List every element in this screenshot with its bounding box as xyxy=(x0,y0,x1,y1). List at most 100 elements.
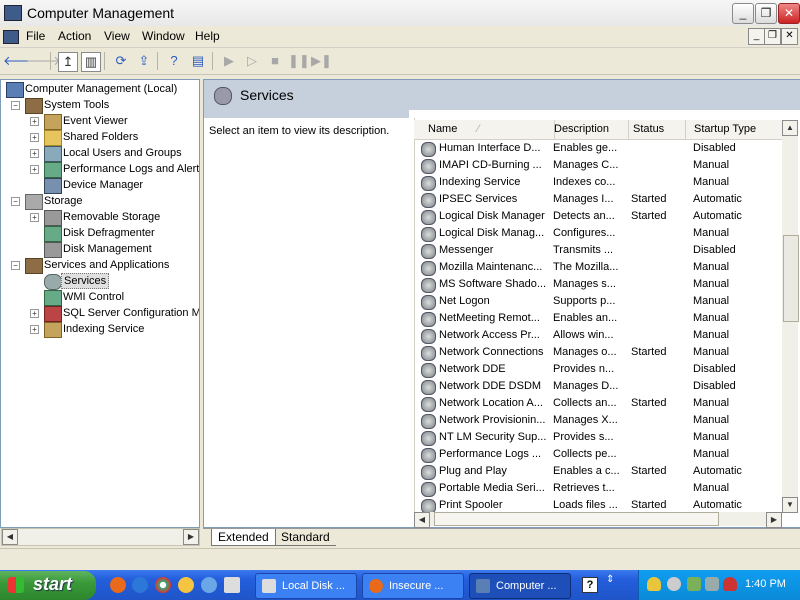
tree-item[interactable]: WMI Control xyxy=(1,289,198,306)
service-row[interactable]: NetMeeting Remot... Enables an... Manual xyxy=(415,310,783,327)
tab-standard[interactable]: Standard xyxy=(275,529,336,546)
tree-item[interactable]: + Performance Logs and Alerts xyxy=(1,161,199,178)
expand-icon[interactable]: + xyxy=(30,117,39,126)
collapse-icon[interactable]: − xyxy=(11,197,20,206)
expand-icon[interactable]: + xyxy=(30,149,39,158)
service-row[interactable]: IPSEC Services Manages I... Started Automat… xyxy=(415,191,783,208)
scroll-right-icon[interactable]: ▶ xyxy=(183,529,199,545)
restart-service-icon[interactable]: ▶❚ xyxy=(311,51,332,71)
service-row[interactable]: Indexing Service Indexes co... Manual xyxy=(415,174,783,191)
horizontal-scroll-thumb[interactable] xyxy=(434,512,719,526)
tree-item[interactable]: Disk Defragmenter xyxy=(1,225,198,242)
service-row[interactable]: Portable Media Seri... Retrieves t... Manu… xyxy=(415,480,783,497)
scroll-up-icon[interactable]: ▲ xyxy=(782,120,798,136)
service-row[interactable]: Print Spooler Loads files ... Started Autom… xyxy=(415,497,783,513)
service-row[interactable]: Plug and Play Enables a c... Started Automa… xyxy=(415,463,783,480)
minimize-button[interactable]: _ xyxy=(732,3,754,24)
services-tray-icon[interactable] xyxy=(705,577,719,591)
messenger-smiley-icon[interactable] xyxy=(178,577,194,593)
forward-arrow-icon[interactable]: 🡒 xyxy=(26,51,61,71)
service-row[interactable]: Performance Logs ... Collects pe... Manual xyxy=(415,446,783,463)
child-close-button[interactable]: ✕ xyxy=(781,28,798,45)
scroll-left-icon[interactable]: ◀ xyxy=(2,529,18,545)
task-local-disk[interactable]: Local Disk ... xyxy=(255,573,357,599)
up-one-level-icon[interactable]: ↥ xyxy=(58,52,78,72)
menu-view[interactable]: View xyxy=(104,29,130,43)
service-row[interactable]: Mozilla Maintenanc... The Mozilla... Manua… xyxy=(415,259,783,276)
service-row[interactable]: Network DDE DSDM Manages D... Disabled xyxy=(415,378,783,395)
tree-item[interactable]: Disk Management xyxy=(1,241,198,258)
menu-file[interactable]: File xyxy=(26,29,45,43)
antivirus-icon[interactable] xyxy=(723,577,737,591)
expand-icon[interactable]: + xyxy=(30,133,39,142)
mdi-system-icon[interactable] xyxy=(3,30,19,44)
column-status[interactable]: Status xyxy=(628,120,686,139)
expand-icon[interactable]: + xyxy=(30,165,39,174)
back-arrow-icon[interactable]: 🡐 xyxy=(3,51,38,71)
list-vertical-scrollbar[interactable]: ▲ ▼ xyxy=(782,120,799,513)
taskbar-overflow-icon[interactable]: ⇕ xyxy=(606,574,614,585)
service-row[interactable]: Network Provisionin... Manages X... Manual xyxy=(415,412,783,429)
security-shield-icon[interactable] xyxy=(647,577,661,591)
msn-icon[interactable] xyxy=(201,577,217,593)
list-horizontal-scrollbar[interactable]: ◀ ▶ xyxy=(414,512,782,528)
tree-item[interactable]: − Storage xyxy=(1,193,198,210)
show-desktop-icon[interactable] xyxy=(224,577,240,593)
network-icon[interactable] xyxy=(687,577,701,591)
service-row[interactable]: Logical Disk Manag... Configures... Manual xyxy=(415,225,783,242)
menu-help[interactable]: Help xyxy=(195,29,220,43)
start-service-alt-icon[interactable]: ▷ xyxy=(242,51,262,71)
column-description[interactable]: Description xyxy=(549,120,629,139)
scroll-left-icon[interactable]: ◀ xyxy=(414,512,430,528)
tree-item[interactable]: + Indexing Service xyxy=(1,321,198,338)
service-row[interactable]: IMAPI CD-Burning ... Manages C... Manual xyxy=(415,157,783,174)
service-row[interactable]: MS Software Shado... Manages s... Manual xyxy=(415,276,783,293)
firefox-icon[interactable] xyxy=(110,577,126,593)
tree-item[interactable]: Device Manager xyxy=(1,177,198,194)
child-minimize-button[interactable]: _ xyxy=(748,28,765,45)
start-service-icon[interactable]: ▶ xyxy=(219,51,239,71)
task-insecure[interactable]: Insecure ... xyxy=(362,573,464,599)
help-tray-icon[interactable]: ? xyxy=(582,577,598,593)
service-row[interactable]: Network Connections Manages o... Started Ma… xyxy=(415,344,783,361)
volume-icon[interactable] xyxy=(667,577,681,591)
pause-service-icon[interactable]: ❚❚ xyxy=(288,51,310,71)
tab-extended[interactable]: Extended xyxy=(211,529,276,546)
show-hide-tree-icon[interactable]: ▥ xyxy=(81,52,101,72)
column-name[interactable]: Name ⁄ xyxy=(414,120,555,139)
expand-icon[interactable]: + xyxy=(30,309,39,318)
expand-icon[interactable]: + xyxy=(30,325,39,334)
child-restore-button[interactable]: ❐ xyxy=(764,28,781,45)
tree-item[interactable]: − System Tools xyxy=(1,97,198,114)
stop-service-icon[interactable]: ■ xyxy=(265,51,285,71)
service-row[interactable]: NT LM Security Sup... Provides s... Manual xyxy=(415,429,783,446)
refresh-icon[interactable]: ⟳ xyxy=(111,51,131,71)
expand-icon[interactable]: + xyxy=(30,213,39,222)
service-row[interactable]: Net Logon Supports p... Manual xyxy=(415,293,783,310)
chrome-icon[interactable] xyxy=(155,577,171,593)
tree-item[interactable]: Services xyxy=(1,273,198,290)
start-button[interactable]: start xyxy=(0,571,96,600)
service-row[interactable]: Human Interface D... Enables ge... Disable… xyxy=(415,140,783,157)
help-icon[interactable]: ? xyxy=(164,51,184,71)
scroll-right-icon[interactable]: ▶ xyxy=(766,512,782,528)
tree-item[interactable]: + Removable Storage xyxy=(1,209,198,226)
tree-item[interactable]: + Event Viewer xyxy=(1,113,198,130)
collapse-icon[interactable]: − xyxy=(11,261,20,270)
service-row[interactable]: Network DDE Provides n... Disabled xyxy=(415,361,783,378)
tree-item[interactable]: − Services and Applications xyxy=(1,257,198,274)
menu-window[interactable]: Window xyxy=(142,29,185,43)
tree-item[interactable]: + Shared Folders xyxy=(1,129,198,146)
service-row[interactable]: Network Location A... Collects an... Start… xyxy=(415,395,783,412)
internet-explorer-icon[interactable] xyxy=(132,577,148,593)
tree-item[interactable]: + SQL Server Configuration Ma xyxy=(1,305,199,322)
title-bar[interactable]: Computer Management _ ❐ ✕ xyxy=(0,0,800,27)
column-startup-type[interactable]: Startup Type xyxy=(689,120,783,139)
menu-action[interactable]: Action xyxy=(58,29,91,43)
tree-item[interactable]: Computer Management (Local) xyxy=(1,81,198,98)
task-computer-management[interactable]: Computer ... xyxy=(469,573,571,599)
tree-horizontal-scrollbar[interactable]: ◀ ▶ xyxy=(1,528,200,546)
maximize-button[interactable]: ❐ xyxy=(755,3,777,24)
collapse-icon[interactable]: − xyxy=(11,101,20,110)
properties-icon[interactable]: ▤ xyxy=(188,51,208,71)
